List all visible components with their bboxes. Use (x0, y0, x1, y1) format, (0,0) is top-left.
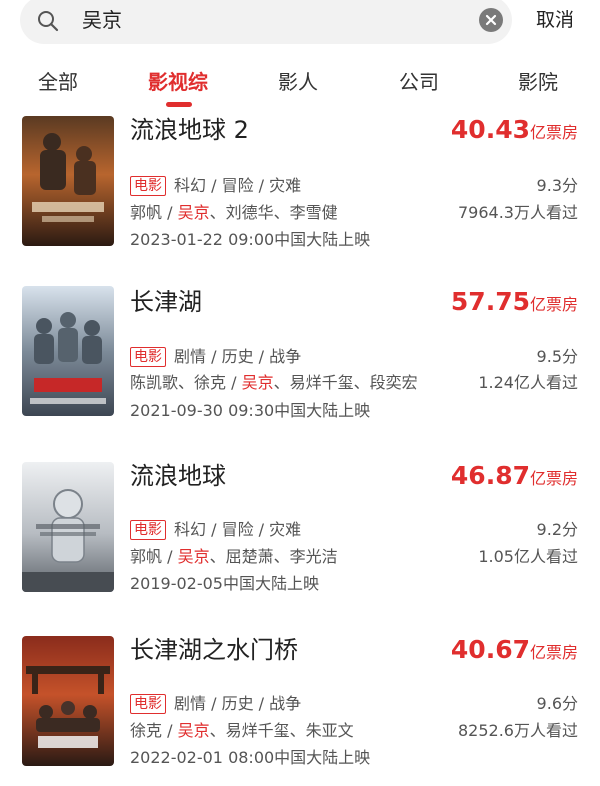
cast-before: 郭帆 / (130, 203, 178, 222)
box-office-unit: 亿票房 (529, 123, 578, 142)
tab-cinema[interactable]: 影院 (518, 68, 558, 96)
poster-image[interactable] (22, 116, 114, 246)
score: 9.6分 (536, 694, 578, 713)
genres: 剧情 / 历史 / 战争 (174, 694, 302, 713)
cast-before: 郭帆 / (130, 547, 178, 566)
cast-before: 陈凯歌、徐克 / (130, 373, 242, 392)
results-list: 流浪地球 2 40.43亿票房 电影 科幻 / 冒险 / 灾难 9.3分 郭帆 /… (0, 108, 600, 786)
cast-highlight: 吴京 (241, 373, 274, 392)
genre-row: 电影 科幻 / 冒险 / 灾难 9.3分 (130, 174, 578, 198)
box-office-unit: 亿票房 (529, 295, 578, 314)
type-badge: 电影 (130, 694, 166, 714)
box-office: 57.75亿票房 (451, 286, 578, 321)
score: 9.3分 (536, 176, 578, 195)
cast-after: 、屈楚萧、李光洁 (209, 547, 338, 566)
type-badge: 电影 (130, 520, 166, 540)
box-office-value: 40.67 (450, 635, 530, 664)
type-badge: 电影 (130, 176, 166, 196)
cast-highlight: 吴京 (177, 547, 210, 566)
cast-highlight: 吴京 (177, 203, 210, 222)
genre-row: 电影 科幻 / 冒险 / 灾难 9.2分 (130, 518, 578, 542)
poster-image[interactable] (22, 286, 114, 416)
genres: 科幻 / 冒险 / 灾难 (174, 176, 302, 195)
list-item[interactable]: 长津湖 57.75亿票房 电影 剧情 / 历史 / 战争 9.5分 陈凯歌、徐克 … (0, 282, 600, 452)
release-date: 2021-09-30 09:30中国大陆上映 (130, 401, 371, 420)
box-office: 40.43亿票房 (451, 114, 578, 149)
release-date: 2023-01-22 09:00中国大陆上映 (130, 230, 371, 249)
cast-after: 、刘德华、李雪健 (209, 203, 338, 222)
movie-title[interactable]: 流浪地球 2 (130, 114, 249, 146)
genres: 剧情 / 历史 / 战争 (174, 347, 302, 366)
movie-title[interactable]: 长津湖 (130, 286, 202, 318)
viewers: 8252.6万人看过 (458, 721, 578, 740)
tab-company[interactable]: 公司 (399, 68, 439, 96)
search-icon (38, 11, 59, 32)
viewers: 1.05亿人看过 (478, 547, 578, 566)
poster-image[interactable] (22, 636, 114, 766)
movie-title[interactable]: 长津湖之水门桥 (130, 634, 298, 666)
tab-all[interactable]: 全部 (38, 68, 78, 96)
viewers: 1.24亿人看过 (478, 373, 578, 392)
cast-after: 、易烊千玺、朱亚文 (209, 721, 354, 740)
cast-highlight: 吴京 (177, 721, 210, 740)
list-item[interactable]: 长津湖之水门桥 40.67亿票房 电影 剧情 / 历史 / 战争 9.6分 徐克 … (0, 630, 600, 786)
type-badge: 电影 (130, 347, 166, 367)
box-office: 40.67亿票房 (451, 634, 578, 669)
release-row: 2021-09-30 09:30中国大陆上映 (130, 399, 578, 423)
clear-icon[interactable] (479, 8, 503, 32)
box-office-value: 40.43 (450, 115, 530, 144)
cast-row: 郭帆 / 吴京、屈楚萧、李光洁 1.05亿人看过 (130, 545, 578, 569)
active-tab-indicator (166, 102, 192, 107)
score: 9.5分 (536, 347, 578, 366)
search-bar: 吴京 取消 (0, 0, 600, 46)
release-row: 2022-02-01 08:00中国大陆上映 (130, 746, 578, 770)
search-input[interactable]: 吴京 (20, 0, 512, 44)
list-item[interactable]: 流浪地球 2 40.43亿票房 电影 科幻 / 冒险 / 灾难 9.3分 郭帆 /… (0, 110, 600, 280)
box-office: 46.87亿票房 (451, 460, 578, 495)
cast-row: 陈凯歌、徐克 / 吴京、易烊千玺、段奕宏 1.24亿人看过 (130, 371, 578, 395)
box-office-unit: 亿票房 (529, 643, 578, 662)
cancel-button[interactable]: 取消 (536, 6, 574, 34)
score: 9.2分 (536, 520, 578, 539)
release-date: 2019-02-05中国大陆上映 (130, 574, 319, 593)
movie-title[interactable]: 流浪地球 (130, 460, 226, 492)
cast-row: 郭帆 / 吴京、刘德华、李雪健 7964.3万人看过 (130, 201, 578, 225)
genre-row: 电影 剧情 / 历史 / 战争 9.5分 (130, 345, 578, 369)
box-office-value: 57.75 (450, 287, 530, 316)
cast-before: 徐克 / (130, 721, 178, 740)
release-date: 2022-02-01 08:00中国大陆上映 (130, 748, 371, 767)
release-row: 2023-01-22 09:00中国大陆上映 (130, 228, 578, 252)
genres: 科幻 / 冒险 / 灾难 (174, 520, 302, 539)
genre-row: 电影 剧情 / 历史 / 战争 9.6分 (130, 692, 578, 716)
viewers: 7964.3万人看过 (458, 203, 578, 222)
box-office-value: 46.87 (450, 461, 530, 490)
poster-image[interactable] (22, 462, 114, 592)
box-office-unit: 亿票房 (529, 469, 578, 488)
category-tabs: 全部 影视综 影人 公司 影院 (0, 62, 600, 107)
tab-film-tv[interactable]: 影视综 (148, 68, 208, 96)
cast-after: 、易烊千玺、段奕宏 (273, 373, 418, 392)
tab-people[interactable]: 影人 (278, 68, 318, 96)
list-item[interactable]: 流浪地球 46.87亿票房 电影 科幻 / 冒险 / 灾难 9.2分 郭帆 / 吴… (0, 456, 600, 626)
search-query[interactable]: 吴京 (82, 6, 122, 34)
release-row: 2019-02-05中国大陆上映 (130, 572, 578, 596)
cast-row: 徐克 / 吴京、易烊千玺、朱亚文 8252.6万人看过 (130, 719, 578, 743)
